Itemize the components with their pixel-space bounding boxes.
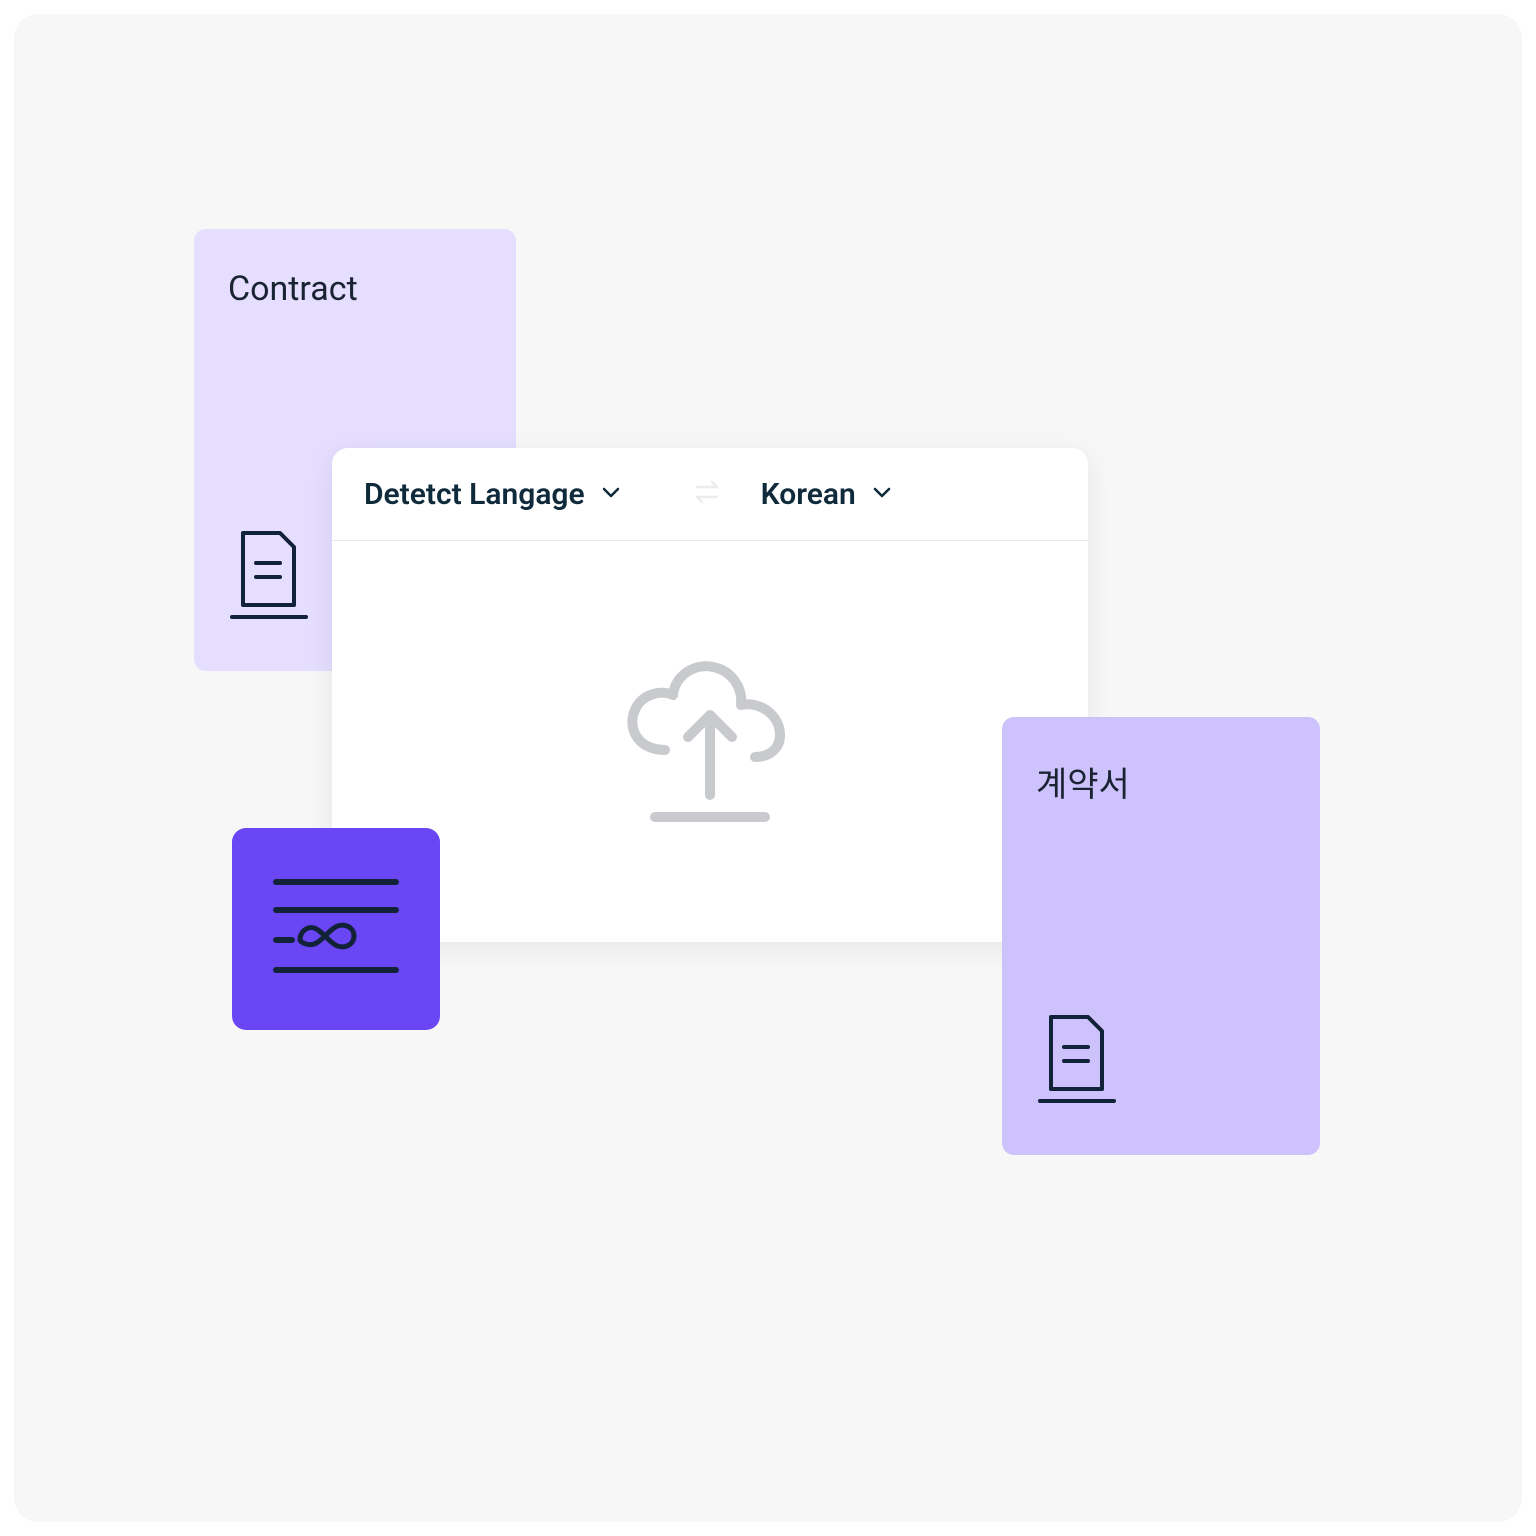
target-document-title: 계약서	[1036, 757, 1286, 806]
source-document-title: Contract	[228, 269, 482, 309]
document-icon	[230, 529, 310, 625]
target-document-card: 계약서	[1002, 717, 1320, 1155]
translator-panel: Detetct Langage Korean	[332, 448, 1088, 942]
document-icon	[1038, 1013, 1118, 1109]
swap-languages-icon[interactable]	[689, 474, 725, 514]
text-wrap-tile	[232, 828, 440, 1030]
chevron-down-icon	[599, 480, 623, 508]
text-wrap-infinity-icon	[262, 862, 410, 996]
canvas-background: Contract Detetct Langage	[14, 14, 1522, 1522]
chevron-down-icon	[870, 480, 894, 508]
source-language-select[interactable]: Detetct Langage	[364, 477, 623, 512]
target-language-select[interactable]: Korean	[761, 477, 894, 512]
cloud-upload-icon	[605, 645, 815, 839]
target-language-label: Korean	[761, 477, 856, 512]
translator-header: Detetct Langage Korean	[332, 448, 1088, 541]
source-language-label: Detetct Langage	[364, 477, 585, 512]
upload-dropzone[interactable]	[332, 541, 1088, 942]
